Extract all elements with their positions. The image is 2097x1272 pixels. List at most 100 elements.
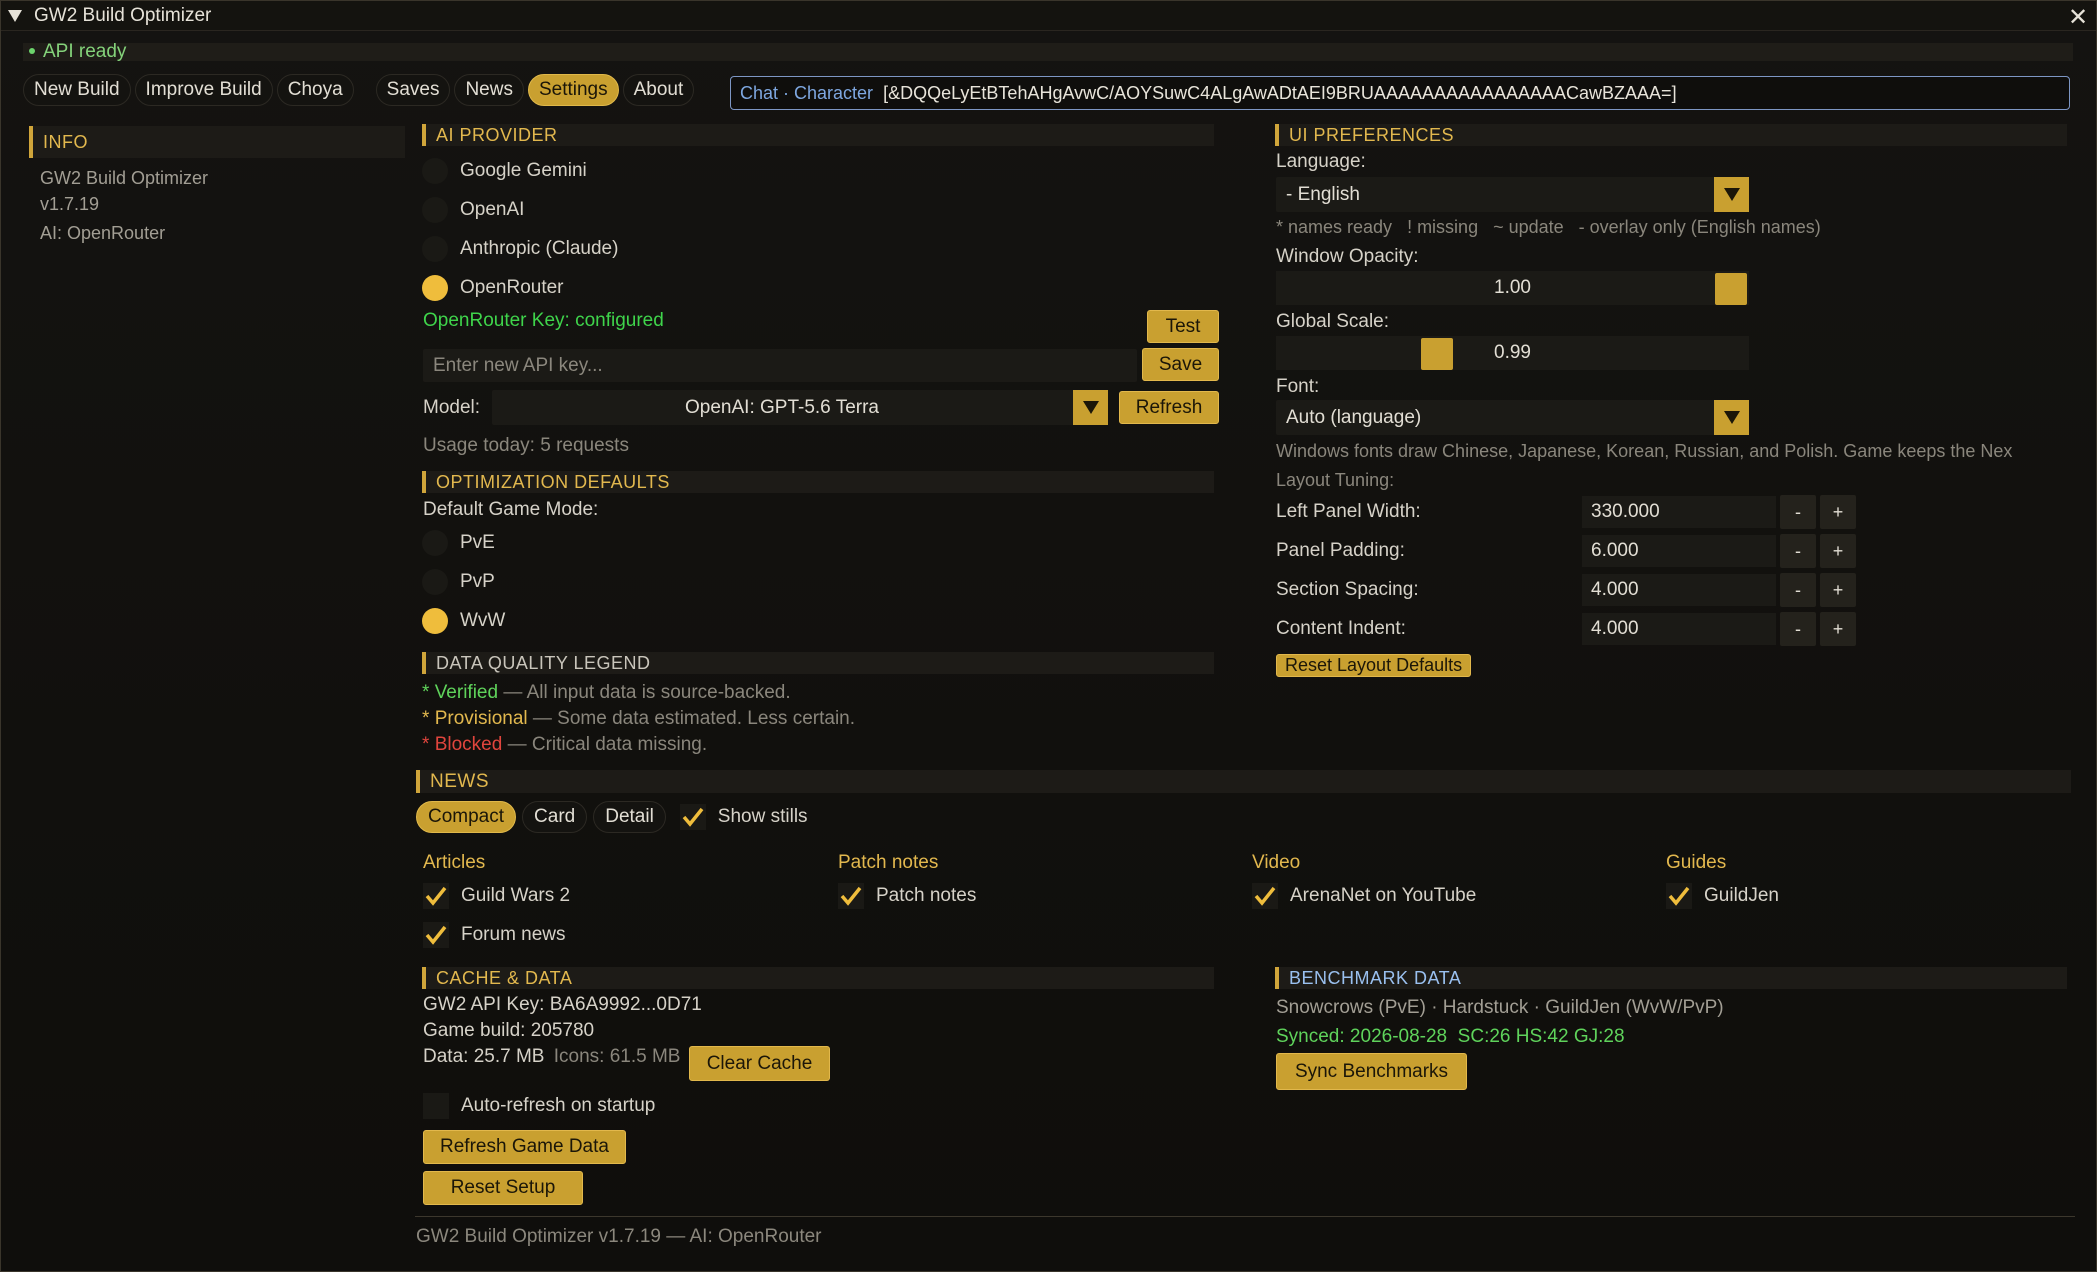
mode-pvp[interactable]: PvP [422, 562, 1214, 601]
refresh-game-data-button[interactable]: Refresh Game Data [423, 1130, 626, 1164]
radio-openai[interactable] [422, 196, 448, 223]
radio-openrouter[interactable] [422, 274, 448, 301]
opacity-slider[interactable]: 1.00 [1276, 271, 1749, 305]
font-dropdown[interactable]: Auto (language) [1276, 400, 1749, 435]
tab-settings[interactable]: Settings [527, 74, 619, 106]
opacity-slider-handle[interactable] [1715, 273, 1747, 305]
benchmark-sources: Snowcrows (PvE) · Hardstuck · GuildJen (… [1276, 997, 1724, 1018]
chevron-down-icon[interactable] [1714, 177, 1749, 212]
api-key-input[interactable]: Enter new API key... [423, 349, 1137, 382]
ai-provider-section: AI PROVIDER Google Gemini OpenAI Anthrop… [422, 124, 1214, 307]
layout-tuning-label: Layout Tuning: [1276, 470, 1395, 490]
chat-code-input[interactable]: Chat · Character [&DQQeLyEtBTehAHgAvwC/A… [730, 76, 2070, 110]
checkbox-guild-wars-2[interactable] [423, 882, 449, 909]
increment-button[interactable]: + [1820, 495, 1856, 529]
mode-wvw-label: WvW [460, 609, 506, 631]
main-nav: New Build Improve Build Choya Saves News… [23, 74, 698, 106]
api-status-bar: API ready [23, 41, 2073, 62]
close-icon[interactable]: ✕ [2066, 3, 2090, 32]
checkbox-arenanet-youtube[interactable] [1252, 882, 1278, 909]
data-size-row: Data: 25.7 MB Icons: 61.5 MB [423, 1046, 680, 1068]
test-key-button[interactable]: Test [1147, 310, 1219, 343]
font-note: Windows fonts draw Chinese, Japanese, Ko… [1276, 441, 2013, 461]
decrement-button[interactable]: - [1780, 495, 1816, 529]
chevron-down-icon[interactable] [1714, 400, 1749, 435]
show-stills-checkbox[interactable] [679, 803, 706, 830]
stepper-value[interactable]: 6.000 [1582, 535, 1776, 567]
source-label: GuildJen [1704, 884, 1779, 906]
increment-button[interactable]: + [1820, 534, 1856, 568]
chat-code-label: Chat · Character [740, 82, 874, 103]
ui-preferences-header: UI PREFERENCES [1275, 124, 2067, 146]
stepper-value[interactable]: 330.000 [1582, 496, 1776, 528]
tab-improve-build[interactable]: Improve Build [134, 74, 273, 106]
tab-about[interactable]: About [622, 74, 695, 106]
checkbox-forum-news[interactable] [423, 921, 449, 948]
mode-wvw[interactable]: WvW [422, 601, 1214, 640]
checkbox-guildjen[interactable] [1666, 882, 1692, 909]
stepper-section-spacing: Section Spacing: 4.000 - + [1276, 573, 1861, 607]
data-size-text: Data: 25.7 MB [423, 1046, 545, 1067]
tab-news[interactable]: News [454, 74, 524, 106]
model-label: Model: [423, 397, 481, 418]
show-stills-label: Show stills [717, 805, 808, 827]
decrement-button[interactable]: - [1780, 534, 1816, 568]
tab-new-build[interactable]: New Build [23, 74, 131, 106]
provider-gemini[interactable]: Google Gemini [422, 151, 1214, 190]
clear-cache-button[interactable]: Clear Cache [689, 1046, 830, 1081]
stepper-panel-padding: Panel Padding: 6.000 - + [1276, 534, 1861, 568]
news-column-video: Video ArenaNet on YouTube [1252, 852, 1652, 915]
decrement-button[interactable]: - [1780, 573, 1816, 607]
radio-pve[interactable] [422, 529, 448, 556]
view-card[interactable]: Card [522, 800, 588, 833]
radio-wvw[interactable] [422, 607, 448, 634]
reset-setup-button[interactable]: Reset Setup [423, 1171, 583, 1205]
footer-text: GW2 Build Optimizer v1.7.19 — AI: OpenRo… [416, 1226, 822, 1247]
icons-size-text: Icons: 61.5 MB [553, 1046, 681, 1067]
tab-saves[interactable]: Saves [375, 74, 451, 106]
language-dropdown[interactable]: - English [1276, 177, 1749, 212]
view-detail[interactable]: Detail [593, 800, 666, 833]
stepper-label: Section Spacing: [1276, 579, 1419, 600]
window-title: GW2 Build Optimizer [34, 4, 212, 26]
source-guildjen[interactable]: GuildJen [1666, 876, 2066, 915]
radio-pvp[interactable] [422, 568, 448, 595]
collapse-triangle-icon[interactable] [8, 9, 22, 23]
provider-anthropic[interactable]: Anthropic (Claude) [422, 229, 1214, 268]
stepper-value[interactable]: 4.000 [1582, 613, 1776, 645]
save-key-button[interactable]: Save [1142, 348, 1219, 381]
scale-slider[interactable]: 0.99 [1276, 336, 1749, 370]
chevron-down-icon[interactable] [1073, 390, 1108, 425]
provider-openrouter[interactable]: OpenRouter [422, 268, 1214, 307]
source-arenanet-youtube[interactable]: ArenaNet on YouTube [1252, 876, 1652, 915]
mode-pvp-label: PvP [460, 570, 495, 592]
model-dropdown[interactable]: OpenAI: GPT-5.6 Terra [492, 390, 1108, 425]
mode-pve[interactable]: PvE [422, 523, 1214, 562]
view-compact[interactable]: Compact [416, 800, 517, 833]
auto-refresh-checkbox[interactable] [423, 1092, 449, 1119]
show-stills-toggle[interactable]: Show stills [679, 797, 808, 836]
optimization-header: OPTIMIZATION DEFAULTS [422, 471, 1214, 493]
source-forum-news[interactable]: Forum news [423, 915, 823, 954]
radio-gemini[interactable] [422, 157, 448, 184]
sync-benchmarks-button[interactable]: Sync Benchmarks [1276, 1053, 1467, 1090]
benchmark-header: BENCHMARK DATA [1275, 967, 2067, 989]
provider-openai[interactable]: OpenAI [422, 190, 1214, 229]
benchmark-synced: Synced: 2026-08-28 SC:26 HS:42 GJ:28 [1276, 1026, 1625, 1047]
tab-choya[interactable]: Choya [276, 74, 354, 106]
stepper-value[interactable]: 4.000 [1582, 574, 1776, 606]
scale-slider-handle[interactable] [1421, 338, 1453, 370]
column-title: Articles [423, 852, 486, 873]
reset-layout-button[interactable]: Reset Layout Defaults [1276, 654, 1472, 677]
legend-section: DATA QUALITY LEGEND * Verified — All inp… [422, 652, 1214, 758]
auto-refresh-toggle[interactable]: Auto-refresh on startup [423, 1086, 655, 1125]
increment-button[interactable]: + [1820, 612, 1856, 646]
news-column-articles: Articles Guild Wars 2 Forum news [423, 852, 823, 954]
radio-anthropic[interactable] [422, 235, 448, 262]
decrement-button[interactable]: - [1780, 612, 1816, 646]
refresh-models-button[interactable]: Refresh [1119, 391, 1219, 424]
source-guild-wars-2[interactable]: Guild Wars 2 [423, 876, 823, 915]
source-patch-notes[interactable]: Patch notes [838, 876, 1238, 915]
increment-button[interactable]: + [1820, 573, 1856, 607]
checkbox-patch-notes[interactable] [838, 882, 864, 909]
